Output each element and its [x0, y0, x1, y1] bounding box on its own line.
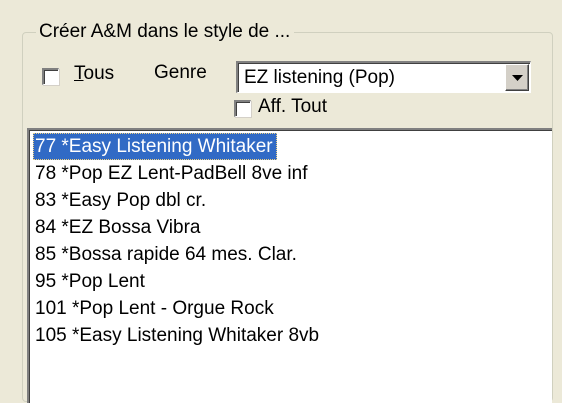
style-list-item[interactable]: 83 *Easy Pop dbl cr.: [33, 187, 210, 214]
show-all-checkbox-label[interactable]: Aff. Tout: [258, 95, 327, 119]
all-checkbox-label-rest: ous: [83, 63, 115, 84]
style-list-item[interactable]: 95 *Pop Lent: [33, 268, 149, 295]
all-checkbox[interactable]: [42, 68, 59, 85]
style-list-item[interactable]: 101 *Pop Lent - Orgue Rock: [33, 295, 278, 322]
styles-listbox[interactable]: 77 *Easy Listening Whitaker 78 *Pop EZ Le…: [27, 128, 552, 403]
genre-select-value: EZ listening (Pop): [244, 67, 396, 88]
style-list-item[interactable]: 77 *Easy Listening Whitaker: [33, 133, 277, 160]
genre-label: Genre: [154, 62, 207, 83]
show-all-checkbox[interactable]: [234, 100, 251, 117]
style-list-item[interactable]: 105 *Easy Listening Whitaker 8vb: [33, 322, 323, 349]
all-checkbox-label[interactable]: Tous: [74, 62, 114, 86]
style-list-item[interactable]: 84 *EZ Bossa Vibra: [33, 214, 204, 241]
genre-dropdown-button[interactable]: [505, 64, 529, 91]
chevron-down-icon: [512, 75, 523, 81]
style-list-item[interactable]: 78 *Pop EZ Lent-PadBell 8ve inf: [33, 160, 312, 187]
groupbox-title: Créer A&M dans le style de ...: [36, 20, 295, 44]
genre-select[interactable]: EZ listening (Pop): [236, 61, 531, 93]
style-list-item[interactable]: 85 *Bossa rapide 64 mes. Clar.: [33, 241, 301, 268]
all-checkbox-mnemonic: T: [74, 63, 84, 84]
